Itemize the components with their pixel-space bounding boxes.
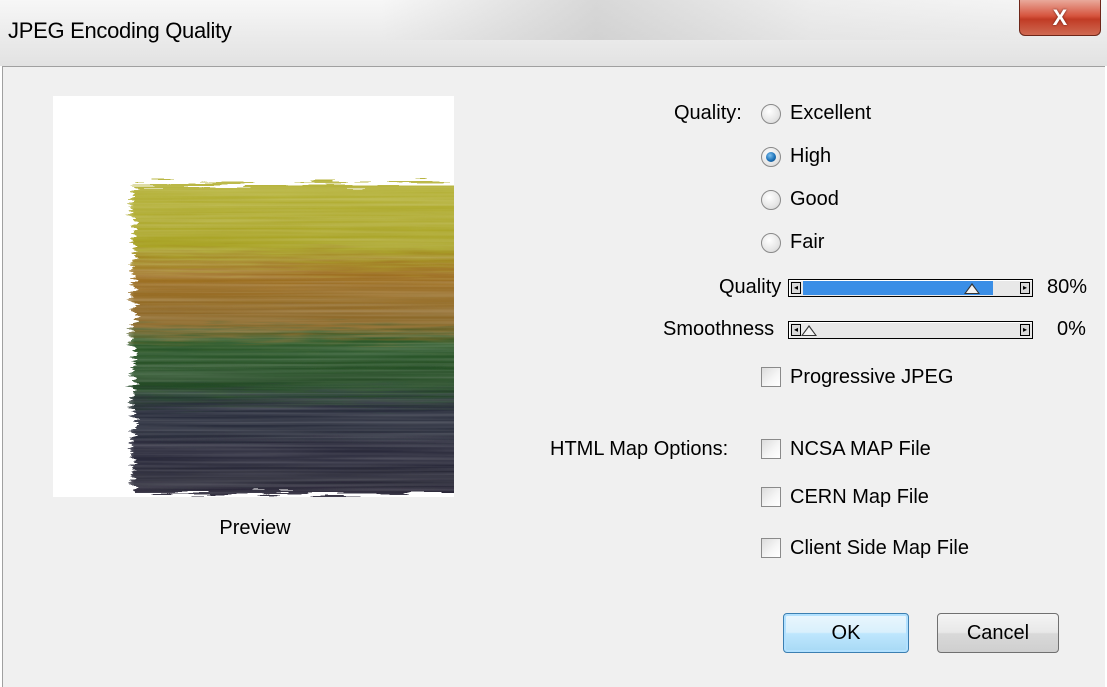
ncsa-map-label[interactable]: NCSA MAP File	[790, 438, 931, 461]
client-side-map-checkbox[interactable]	[761, 538, 781, 558]
radio-fair[interactable]	[761, 233, 781, 253]
title-bar: JPEG Encoding Quality X	[0, 0, 1107, 66]
smoothness-slider-thumb[interactable]	[801, 325, 817, 336]
preview-image	[53, 96, 454, 497]
client-side-map-label[interactable]: Client Side Map File	[790, 537, 969, 560]
radio-fair-label[interactable]: Fair	[790, 231, 824, 254]
smoothness-slider-label: Smoothness	[663, 318, 775, 340]
radio-excellent[interactable]	[761, 104, 781, 124]
preview-painting	[113, 176, 454, 497]
progressive-jpeg-label[interactable]: Progressive JPEG	[790, 366, 953, 389]
ncsa-map-checkbox[interactable]	[761, 439, 781, 459]
arrow-right-icon[interactable]: ▸	[1020, 324, 1030, 336]
radio-high[interactable]	[761, 147, 781, 167]
smoothness-value: 0%	[1057, 318, 1086, 340]
smoothness-slider[interactable]: ◂ ▸	[788, 321, 1033, 339]
radio-excellent-label[interactable]: Excellent	[790, 102, 871, 125]
close-icon: X	[1052, 4, 1068, 30]
cern-map-checkbox[interactable]	[761, 487, 781, 507]
cancel-button[interactable]: Cancel	[937, 613, 1059, 653]
html-map-options-label: HTML Map Options:	[550, 438, 729, 460]
quality-slider-thumb[interactable]	[964, 283, 980, 294]
radio-good-label[interactable]: Good	[790, 188, 839, 211]
close-button[interactable]: X	[1019, 0, 1101, 36]
quality-slider-label: Quality	[719, 276, 782, 298]
arrow-left-icon[interactable]: ◂	[791, 324, 801, 336]
cern-map-label[interactable]: CERN Map File	[790, 486, 929, 509]
title-bar-glass	[380, 0, 1100, 40]
quality-value: 80%	[1047, 276, 1088, 298]
arrow-left-icon[interactable]: ◂	[791, 282, 801, 294]
quality-preset-label: Quality:	[674, 102, 742, 124]
window-title: JPEG Encoding Quality	[8, 18, 232, 43]
ok-button[interactable]: OK	[783, 613, 909, 653]
preview-label: Preview	[219, 517, 291, 539]
arrow-right-icon[interactable]: ▸	[1020, 282, 1030, 294]
radio-high-label[interactable]: High	[790, 145, 831, 168]
quality-slider[interactable]: ◂ ▸	[788, 279, 1033, 297]
progressive-jpeg-checkbox[interactable]	[761, 367, 781, 387]
radio-good[interactable]	[761, 190, 781, 210]
